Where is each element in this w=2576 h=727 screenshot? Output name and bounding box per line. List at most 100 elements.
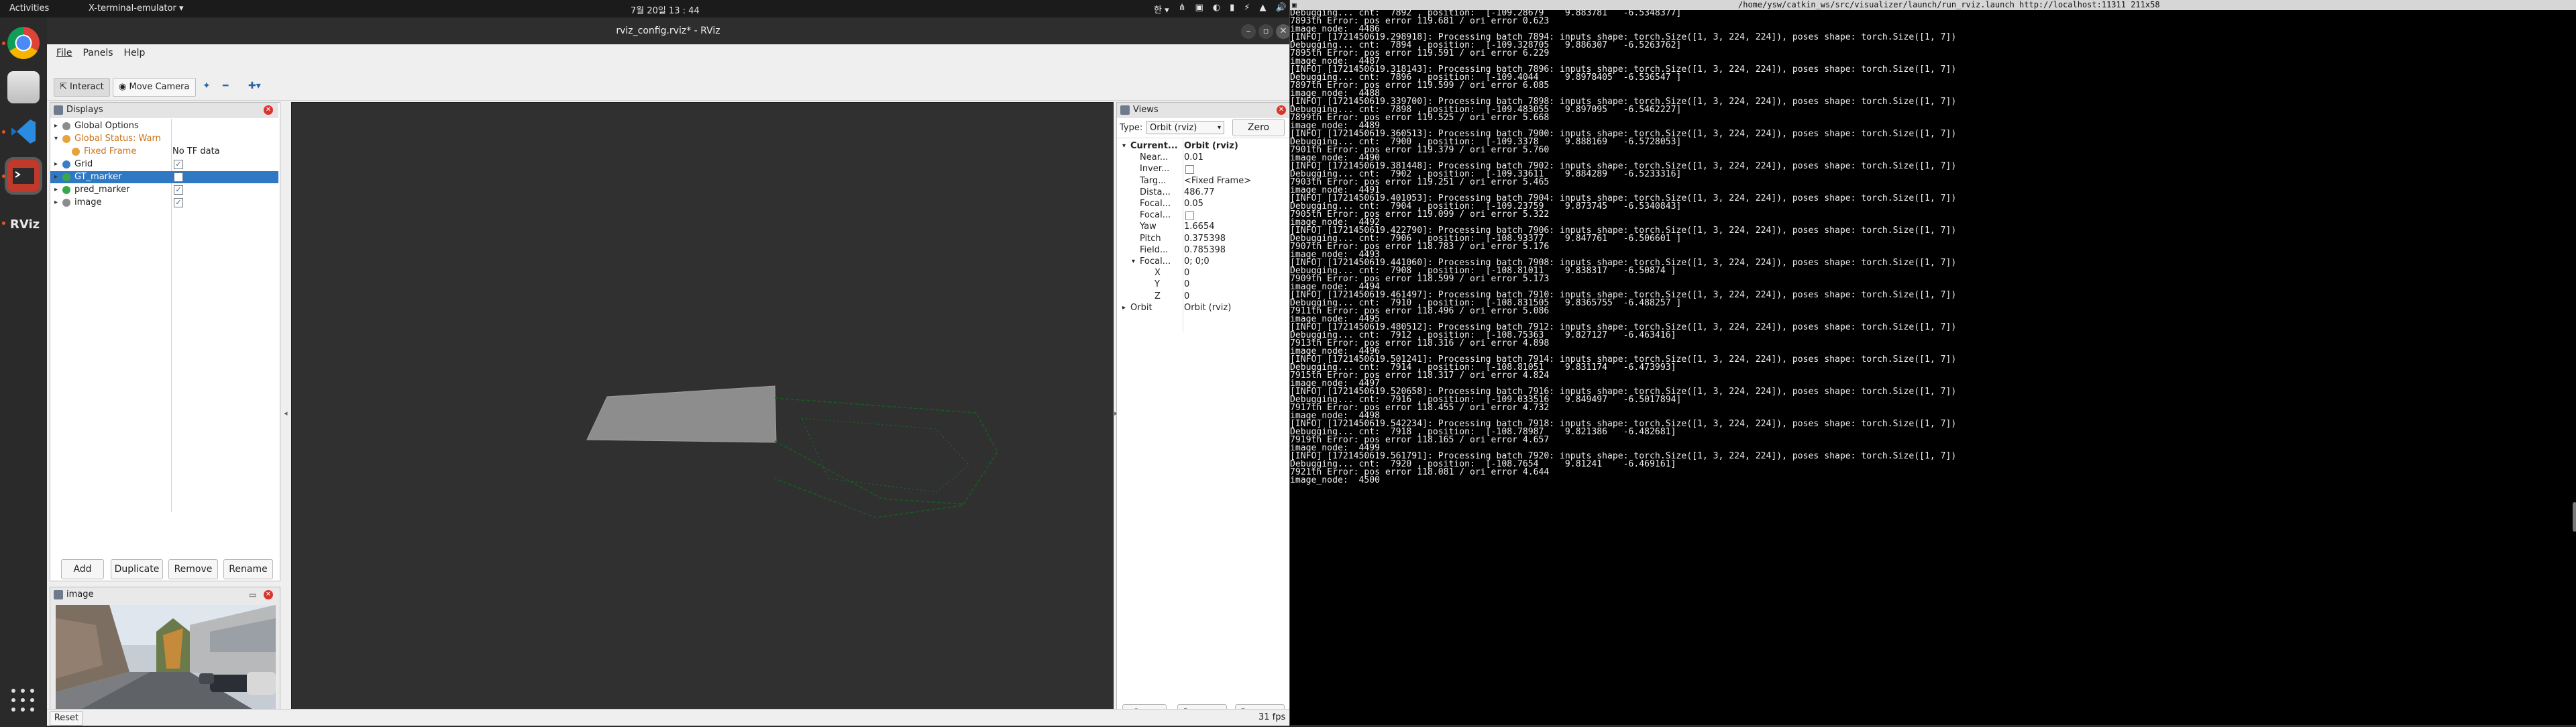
render-viewport[interactable]: ◂ ▸	[284, 102, 1118, 725]
view-property-row[interactable]: Near... 0.01	[1117, 152, 1289, 163]
view-property-value[interactable]: 0; 0;0	[1184, 256, 1210, 267]
expand-arrow-icon[interactable]: ▸	[54, 184, 58, 196]
close-icon[interactable]: ✕	[1276, 24, 1291, 39]
view-type-select[interactable]: Orbit (rviz) ▾	[1146, 121, 1224, 134]
display-item[interactable]: ▸ Global Options	[50, 120, 278, 132]
expand-arrow-icon[interactable]: ▸	[54, 171, 58, 183]
terminal-icon[interactable]	[7, 160, 40, 192]
zero-button[interactable]: Zero	[1232, 119, 1285, 136]
expand-arrow-icon[interactable]: ▸	[54, 158, 58, 171]
view-property-row[interactable]: ▾ Current... Orbit (rviz)	[1117, 140, 1289, 152]
view-property-row[interactable]: Inver...	[1117, 163, 1289, 175]
expand-arrow-icon[interactable]: ▾	[1122, 140, 1126, 152]
terminal-window[interactable]: ▣ /home/ysw/catkin_ws/src/visualizer/lau…	[1289, 0, 2576, 725]
measure-icon[interactable]: ━	[223, 81, 228, 91]
display-item[interactable]: ▸ GT_marker	[50, 171, 278, 183]
view-property-value[interactable]: Orbit (rviz)	[1184, 302, 1231, 313]
move-camera-tool-button[interactable]: ◉ Move Camera	[113, 78, 196, 97]
fps-readout: 31 fps	[1258, 712, 1286, 722]
battery-icon[interactable]: ▮	[1230, 3, 1234, 15]
menu-file[interactable]: File	[52, 44, 76, 62]
display-item[interactable]: ▸ Grid ✓	[50, 158, 278, 171]
view-property-value[interactable]: 0	[1184, 267, 1189, 279]
add-display-button[interactable]: Add	[61, 559, 104, 579]
view-property-row[interactable]: Yaw 1.6654	[1117, 221, 1289, 232]
float-panel-icon[interactable]: ▭	[249, 587, 256, 602]
display-item[interactable]: ▸ pred_marker ✓	[50, 184, 278, 196]
expand-arrow-icon[interactable]: ▾	[1132, 256, 1135, 267]
power-mode-icon[interactable]: ⚡	[1244, 3, 1250, 15]
view-property-value[interactable]: 0	[1184, 279, 1189, 290]
menu-help[interactable]: Help	[120, 44, 150, 62]
terminal-menu-icon[interactable]: ▣	[1292, 0, 1297, 10]
display-enabled-checkbox[interactable]	[174, 173, 183, 182]
menu-panels[interactable]: Panels	[78, 44, 117, 62]
view-property-row[interactable]: Dista... 486.77	[1117, 187, 1289, 198]
collapse-left-handle[interactable]: ◂	[284, 409, 288, 418]
display-item[interactable]: Fixed Frame No TF data	[50, 146, 278, 158]
chrome-icon[interactable]	[7, 27, 40, 59]
network-share-icon[interactable]: ⋔	[1179, 3, 1186, 15]
expand-arrow-icon[interactable]: ▸	[54, 197, 58, 209]
show-applications-icon[interactable]	[11, 689, 36, 713]
input-method-indicator[interactable]: 한 ▾	[1154, 3, 1169, 15]
view-property-row[interactable]: ▾ Focal... 0; 0;0	[1117, 256, 1289, 267]
terminal-titlebar[interactable]: ▣ /home/ysw/catkin_ws/src/visualizer/lau…	[1290, 0, 2576, 10]
view-property-value[interactable]: 0.05	[1184, 198, 1203, 209]
3d-scene	[586, 385, 998, 518]
expand-arrow-icon[interactable]: ▾	[54, 133, 58, 145]
view-property-row[interactable]: Field... 0.785398	[1117, 244, 1289, 256]
display-icon[interactable]: ◐	[1213, 3, 1220, 15]
expand-arrow-icon[interactable]: ▸	[1122, 302, 1126, 313]
expand-arrow-icon[interactable]: ▸	[54, 120, 58, 132]
display-item[interactable]: ▾ Global Status: Warn	[50, 133, 278, 145]
view-property-checkbox[interactable]	[1185, 211, 1194, 221]
add-tool-icon[interactable]: ✚▾	[248, 81, 261, 91]
close-panel-icon[interactable]: ✕	[1277, 105, 1286, 115]
close-panel-icon[interactable]: ✕	[264, 105, 273, 115]
interact-tool-button[interactable]: ⇱ Interact	[54, 78, 110, 97]
view-property-value[interactable]: 486.77	[1184, 187, 1215, 198]
display-enabled-checkbox[interactable]: ✓	[174, 198, 183, 207]
focus-camera-icon[interactable]: ✦	[203, 81, 211, 91]
view-property-checkbox[interactable]	[1185, 165, 1194, 175]
window-titlebar[interactable]: rviz_config.rviz* - RViz – ▫ ✕	[47, 17, 1291, 44]
view-property-row[interactable]: Focal... 0.05	[1117, 198, 1289, 209]
view-property-value[interactable]: 0.785398	[1184, 244, 1226, 256]
files-icon[interactable]	[7, 71, 40, 103]
maximize-icon[interactable]: ▫	[1258, 24, 1273, 39]
duplicate-display-button[interactable]: Duplicate	[111, 559, 163, 579]
display-enabled-checkbox[interactable]: ✓	[174, 185, 183, 195]
view-property-row[interactable]: X0	[1117, 267, 1289, 279]
view-property-value[interactable]: 1.6654	[1184, 221, 1215, 232]
view-property-row[interactable]: Pitch 0.375398	[1117, 233, 1289, 244]
view-property-value[interactable]: 0.375398	[1184, 233, 1226, 244]
view-property-value[interactable]: 0.01	[1184, 152, 1203, 163]
app-menu[interactable]: X-terminal-emulator ▾	[89, 3, 183, 13]
display-enabled-checkbox[interactable]: ✓	[174, 160, 183, 169]
activities-button[interactable]: Activities	[9, 3, 49, 13]
remove-display-button[interactable]: Remove	[168, 559, 218, 579]
terminal-scrollbar[interactable]	[2573, 502, 2576, 532]
close-panel-icon[interactable]: ✕	[264, 590, 273, 599]
vscode-icon[interactable]	[7, 115, 40, 148]
terminal-output[interactable]: Debugging... cnt: 7892 , position: [-109…	[1290, 9, 2570, 725]
display-item[interactable]: ▸ image ✓	[50, 197, 278, 209]
volume-icon[interactable]: 🔊	[1275, 3, 1286, 15]
view-property-row[interactable]: Focal...	[1117, 209, 1289, 221]
minimize-icon[interactable]: –	[1241, 24, 1256, 39]
wifi-icon[interactable]: ▲	[1259, 3, 1266, 15]
view-property-row[interactable]: ▸ Orbit Orbit (rviz)	[1117, 302, 1289, 313]
clock[interactable]: 7월 20일 13 : 44	[631, 3, 700, 16]
view-property-row[interactable]: Y0	[1117, 279, 1289, 290]
system-tray[interactable]: 한 ▾ ⋔ ▣ ◐ ▮ ⚡ ▲ 🔊 ⏻ ▾	[1154, 3, 1310, 15]
screen-icon[interactable]: ▣	[1195, 3, 1203, 15]
view-property-row[interactable]: Z0	[1117, 291, 1289, 302]
rviz-icon[interactable]: RViz	[7, 207, 40, 239]
view-property-row[interactable]: Targ... <Fixed Frame>	[1117, 175, 1289, 187]
view-property-value[interactable]: <Fixed Frame>	[1184, 175, 1251, 187]
rename-display-button[interactable]: Rename	[223, 559, 273, 579]
reset-button[interactable]: Reset	[50, 711, 83, 726]
view-property-value[interactable]: 0	[1184, 291, 1189, 302]
view-property-value[interactable]: Orbit (rviz)	[1184, 140, 1238, 152]
